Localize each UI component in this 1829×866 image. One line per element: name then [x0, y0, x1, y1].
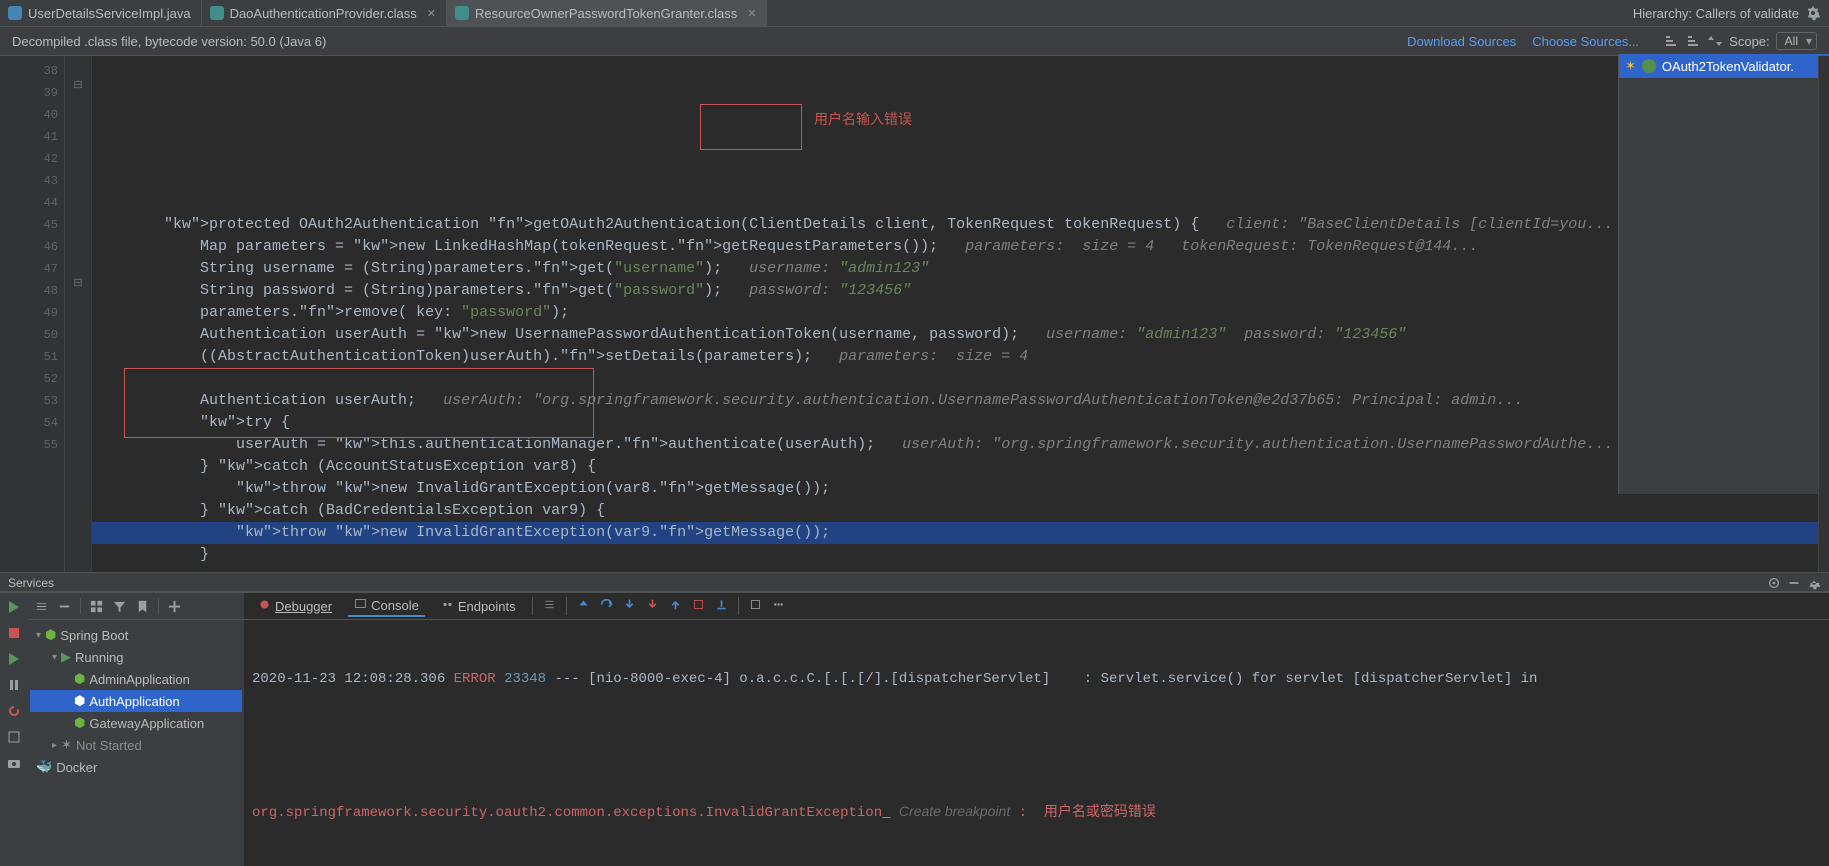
camera-icon[interactable]	[6, 755, 22, 771]
fold-gutter: ⊟⊟	[65, 56, 92, 572]
stop-icon[interactable]	[6, 625, 22, 641]
tab-label: UserDetailsServiceImpl.java	[28, 6, 191, 21]
tab-resourceowner[interactable]: ResourceOwnerPasswordTokenGranter.class …	[447, 0, 768, 26]
annotation-text: 用户名输入错误	[814, 108, 912, 130]
scope-bar: Scope: All	[1655, 32, 1817, 50]
debug-icon[interactable]	[6, 651, 22, 667]
code-editor[interactable]: 用户名输入错误 "kw">protected OAuth2Authenticat…	[92, 56, 1818, 572]
tree-docker[interactable]: 🐳 Docker	[30, 756, 242, 778]
pause-icon[interactable]	[6, 677, 22, 693]
console-tab-bar: Debugger Console Endpoints	[244, 593, 1829, 620]
scope-label: Scope:	[1729, 34, 1769, 49]
decompiled-banner: Decompiled .class file, bytecode version…	[0, 27, 1829, 56]
tab-label: DaoAuthenticationProvider.class	[230, 6, 417, 21]
tree-down-icon[interactable]	[1685, 33, 1701, 49]
hierarchy-title: Hierarchy: Callers of validate	[1633, 0, 1829, 26]
tab-userdetails[interactable]: UserDetailsServiceImpl.java	[0, 0, 202, 26]
gear-icon[interactable]	[1805, 5, 1821, 21]
collapse-all-icon[interactable]	[57, 599, 72, 614]
banner-text: Decompiled .class file, bytecode version…	[12, 34, 326, 49]
line-number-gutter: 383940414243444546474849505152535455	[0, 56, 65, 572]
close-icon[interactable]: ✕	[747, 7, 756, 20]
sort-icon[interactable]	[1707, 33, 1723, 49]
thread-dump-icon[interactable]	[6, 729, 22, 745]
tree-app-auth[interactable]: ⬢AuthApplication	[30, 690, 242, 712]
class-file-icon	[210, 6, 224, 20]
scope-select[interactable]: All	[1776, 32, 1817, 50]
tree-spring-boot[interactable]: ▾⬢ Spring Boot	[30, 624, 242, 646]
tree-app-gateway[interactable]: ⬢GatewayApplication	[30, 712, 242, 734]
run-to-cursor-icon[interactable]	[715, 598, 728, 614]
evaluate-icon[interactable]	[749, 598, 762, 614]
force-step-icon[interactable]	[646, 598, 659, 614]
console-output[interactable]: 2020-11-23 12:08:28.306 ERROR 23348 --- …	[244, 620, 1829, 866]
services-tree: ▾⬢ Spring Boot ▾▶ Running ⬢AdminApplicat…	[28, 593, 244, 866]
tree-running[interactable]: ▾▶ Running	[30, 646, 242, 668]
drop-frame-icon[interactable]	[692, 598, 705, 614]
tab-console[interactable]: Console	[348, 595, 425, 617]
up-icon[interactable]	[577, 598, 590, 614]
step-into-icon[interactable]	[623, 598, 636, 614]
tree-not-started[interactable]: ▸✶ Not Started	[30, 734, 242, 756]
download-sources-link[interactable]: Download Sources	[1407, 34, 1516, 49]
tab-debugger[interactable]: Debugger	[252, 596, 338, 616]
step-over-icon[interactable]	[600, 598, 613, 614]
tab-label: ResourceOwnerPasswordTokenGranter.class	[475, 6, 737, 21]
tree: ▾⬢ Spring Boot ▾▶ Running ⬢AdminApplicat…	[28, 620, 244, 782]
step-out-icon[interactable]	[669, 598, 682, 614]
tree-app-admin[interactable]: ⬢AdminApplication	[30, 668, 242, 690]
grid-icon[interactable]	[89, 599, 104, 614]
tab-daoauthprovider[interactable]: DaoAuthenticationProvider.class ✕	[202, 0, 447, 26]
java-file-icon	[8, 6, 22, 20]
indent-icon[interactable]	[543, 598, 556, 614]
class-file-icon	[455, 6, 469, 20]
bookmark-icon[interactable]	[135, 599, 150, 614]
expand-all-icon[interactable]	[34, 599, 49, 614]
services-toolbar	[28, 593, 244, 620]
tab-endpoints[interactable]: Endpoints	[435, 596, 522, 616]
error-stripe	[1818, 56, 1829, 572]
restart-icon[interactable]	[6, 703, 22, 719]
rerun-icon[interactable]	[6, 599, 22, 615]
more-icon[interactable]	[772, 598, 785, 614]
filter-icon[interactable]	[112, 599, 127, 614]
close-icon[interactable]: ✕	[427, 7, 436, 20]
run-action-column	[0, 593, 28, 866]
choose-sources-link[interactable]: Choose Sources...	[1532, 34, 1639, 49]
annotation-box	[700, 104, 802, 150]
add-icon[interactable]	[167, 599, 182, 614]
editor-tab-bar: UserDetailsServiceImpl.java DaoAuthentic…	[0, 0, 1829, 27]
tree-up-icon[interactable]	[1663, 33, 1679, 49]
annotation-box-2	[124, 368, 594, 438]
